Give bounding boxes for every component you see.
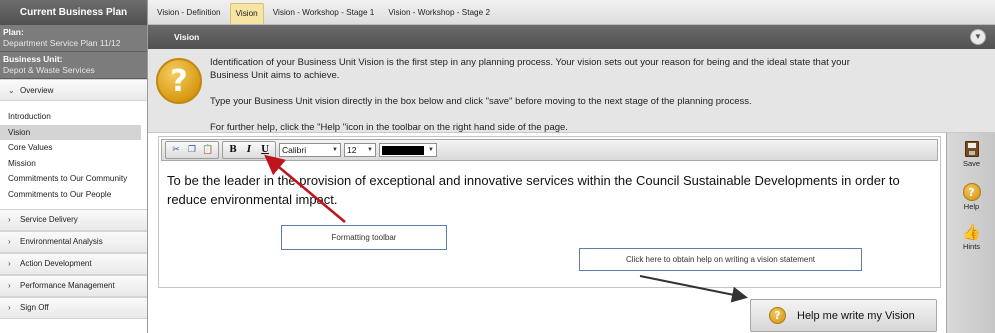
sidebar-item-vision[interactable]: Vision [0, 124, 141, 141]
copy-icon[interactable]: ❐ [185, 143, 199, 157]
formatting-toolbar: ✂ ❐ 📋 B I U Calibri ▼ 12 ▼ ▼ [161, 139, 938, 161]
help-write-vision-button[interactable]: ? Help me write my Vision [750, 299, 937, 332]
plan-info: Plan: Department Service Plan 11/12 [0, 25, 147, 52]
chevron-down-icon: ▼ [974, 32, 982, 41]
tab-vision[interactable]: Vision [229, 3, 264, 24]
intro-line-3: Type your Business Unit vision directly … [210, 96, 752, 107]
dropdown-arrow-icon: ▼ [332, 147, 338, 153]
overview-items: Introduction Vision Core Values Mission … [0, 101, 147, 209]
tab-vision-definition[interactable]: Vision - Definition [152, 3, 226, 24]
sidebar-item-mission[interactable]: Mission [0, 156, 141, 172]
tab-vision-workshop-stage-1[interactable]: Vision - Workshop - Stage 1 [268, 3, 380, 24]
chevron-right-icon: › [8, 215, 11, 225]
business-unit-label: Business Unit: [3, 54, 63, 64]
section-title-bar: Vision ▼ [148, 25, 995, 49]
sidebar-section-label: Service Delivery [20, 215, 78, 225]
intro-line-2: Business Unit aims to achieve. [210, 70, 340, 81]
intro-line-1: Identification of your Business Unit Vis… [210, 57, 850, 68]
chevron-right-icon: › [8, 259, 11, 269]
help-button[interactable]: ? Help [947, 183, 995, 211]
sidebar-section-label: Performance Management [20, 281, 115, 291]
hints-button[interactable]: 👍 Hints [947, 223, 995, 251]
tab-vision-workshop-stage-2[interactable]: Vision - Workshop - Stage 2 [383, 3, 495, 24]
font-family-value: Calibri [282, 145, 307, 155]
collapse-button[interactable]: ▼ [970, 29, 986, 45]
editor-area: ✂ ❐ 📋 B I U Calibri ▼ 12 ▼ ▼ To be the l… [148, 133, 946, 333]
plan-value: Department Service Plan 11/12 [3, 38, 121, 48]
thumbs-up-icon: 👍 [962, 223, 981, 241]
sidebar-section-action-development[interactable]: › Action Development [0, 252, 147, 275]
sidebar-section-performance-management[interactable]: › Performance Management [0, 274, 147, 297]
callout-help-vision: Click here to obtain help on writing a v… [579, 248, 862, 271]
business-unit-info: Business Unit: Depot & Waste Services [0, 52, 147, 79]
clipboard-group: ✂ ❐ 📋 [165, 141, 219, 159]
sidebar-section-service-delivery[interactable]: › Service Delivery [0, 208, 147, 231]
sidebar-section-label: Overview [20, 85, 54, 95]
chevron-down-icon: ⌄ [8, 85, 15, 95]
paste-icon[interactable]: 📋 [201, 143, 215, 157]
sidebar-item-introduction[interactable]: Introduction [0, 109, 141, 125]
callout-formatting-toolbar: Formatting toolbar [281, 225, 447, 250]
sidebar-item-commitments-community[interactable]: Commitments to Our Community [0, 171, 141, 187]
save-icon [964, 141, 979, 157]
sidebar-section-sign-off[interactable]: › Sign Off [0, 296, 147, 319]
hints-label: Hints [962, 242, 981, 251]
section-title: Vision [174, 32, 200, 42]
plan-label: Plan: [3, 27, 24, 37]
chevron-right-icon: › [8, 237, 11, 247]
sidebar-section-label: Action Development [20, 259, 92, 269]
cut-icon[interactable]: ✂ [169, 143, 183, 157]
help-icon: ? [962, 183, 981, 201]
sidebar-section-environmental-analysis[interactable]: › Environmental Analysis [0, 230, 147, 253]
chevron-right-icon: › [8, 281, 11, 291]
tab-bar: Vision - Definition Vision Vision - Work… [148, 0, 995, 25]
question-icon: ? [769, 307, 786, 324]
font-family-select[interactable]: Calibri ▼ [279, 143, 341, 157]
sidebar-item-core-values[interactable]: Core Values [0, 140, 141, 156]
right-toolbar: Save ? Help 👍 Hints [946, 133, 995, 333]
question-icon: ? [156, 58, 202, 104]
help-label: Help [963, 202, 980, 211]
underline-button[interactable]: U [258, 143, 272, 157]
sidebar: Current Business Plan Plan: Department S… [0, 0, 148, 333]
save-label: Save [962, 159, 981, 168]
sidebar-section-label: Environmental Analysis [20, 237, 103, 247]
style-group: B I U [222, 141, 276, 159]
sidebar-header: Current Business Plan [0, 0, 147, 25]
vision-text[interactable]: To be the leader in the provision of exc… [167, 171, 937, 209]
font-size-value: 12 [347, 145, 357, 155]
help-write-vision-label: Help me write my Vision [797, 309, 915, 322]
dropdown-arrow-icon: ▼ [428, 147, 434, 153]
save-button[interactable]: Save [947, 140, 995, 168]
italic-button[interactable]: I [242, 143, 256, 157]
intro-panel: ? Identification of your Business Unit V… [148, 49, 995, 133]
sidebar-section-label: Sign Off [20, 303, 49, 313]
color-swatch [382, 145, 424, 155]
sidebar-section-overview[interactable]: ⌄ Overview [0, 79, 147, 101]
font-size-select[interactable]: 12 ▼ [344, 143, 376, 157]
bold-button[interactable]: B [226, 143, 240, 157]
business-unit-value: Depot & Waste Services [3, 65, 95, 75]
text-color-select[interactable]: ▼ [379, 143, 437, 157]
vision-editor[interactable]: ✂ ❐ 📋 B I U Calibri ▼ 12 ▼ ▼ To be the l… [158, 136, 941, 288]
dropdown-arrow-icon: ▼ [367, 147, 373, 153]
chevron-right-icon: › [8, 303, 11, 313]
sidebar-item-commitments-people[interactable]: Commitments to Our People [0, 187, 141, 203]
